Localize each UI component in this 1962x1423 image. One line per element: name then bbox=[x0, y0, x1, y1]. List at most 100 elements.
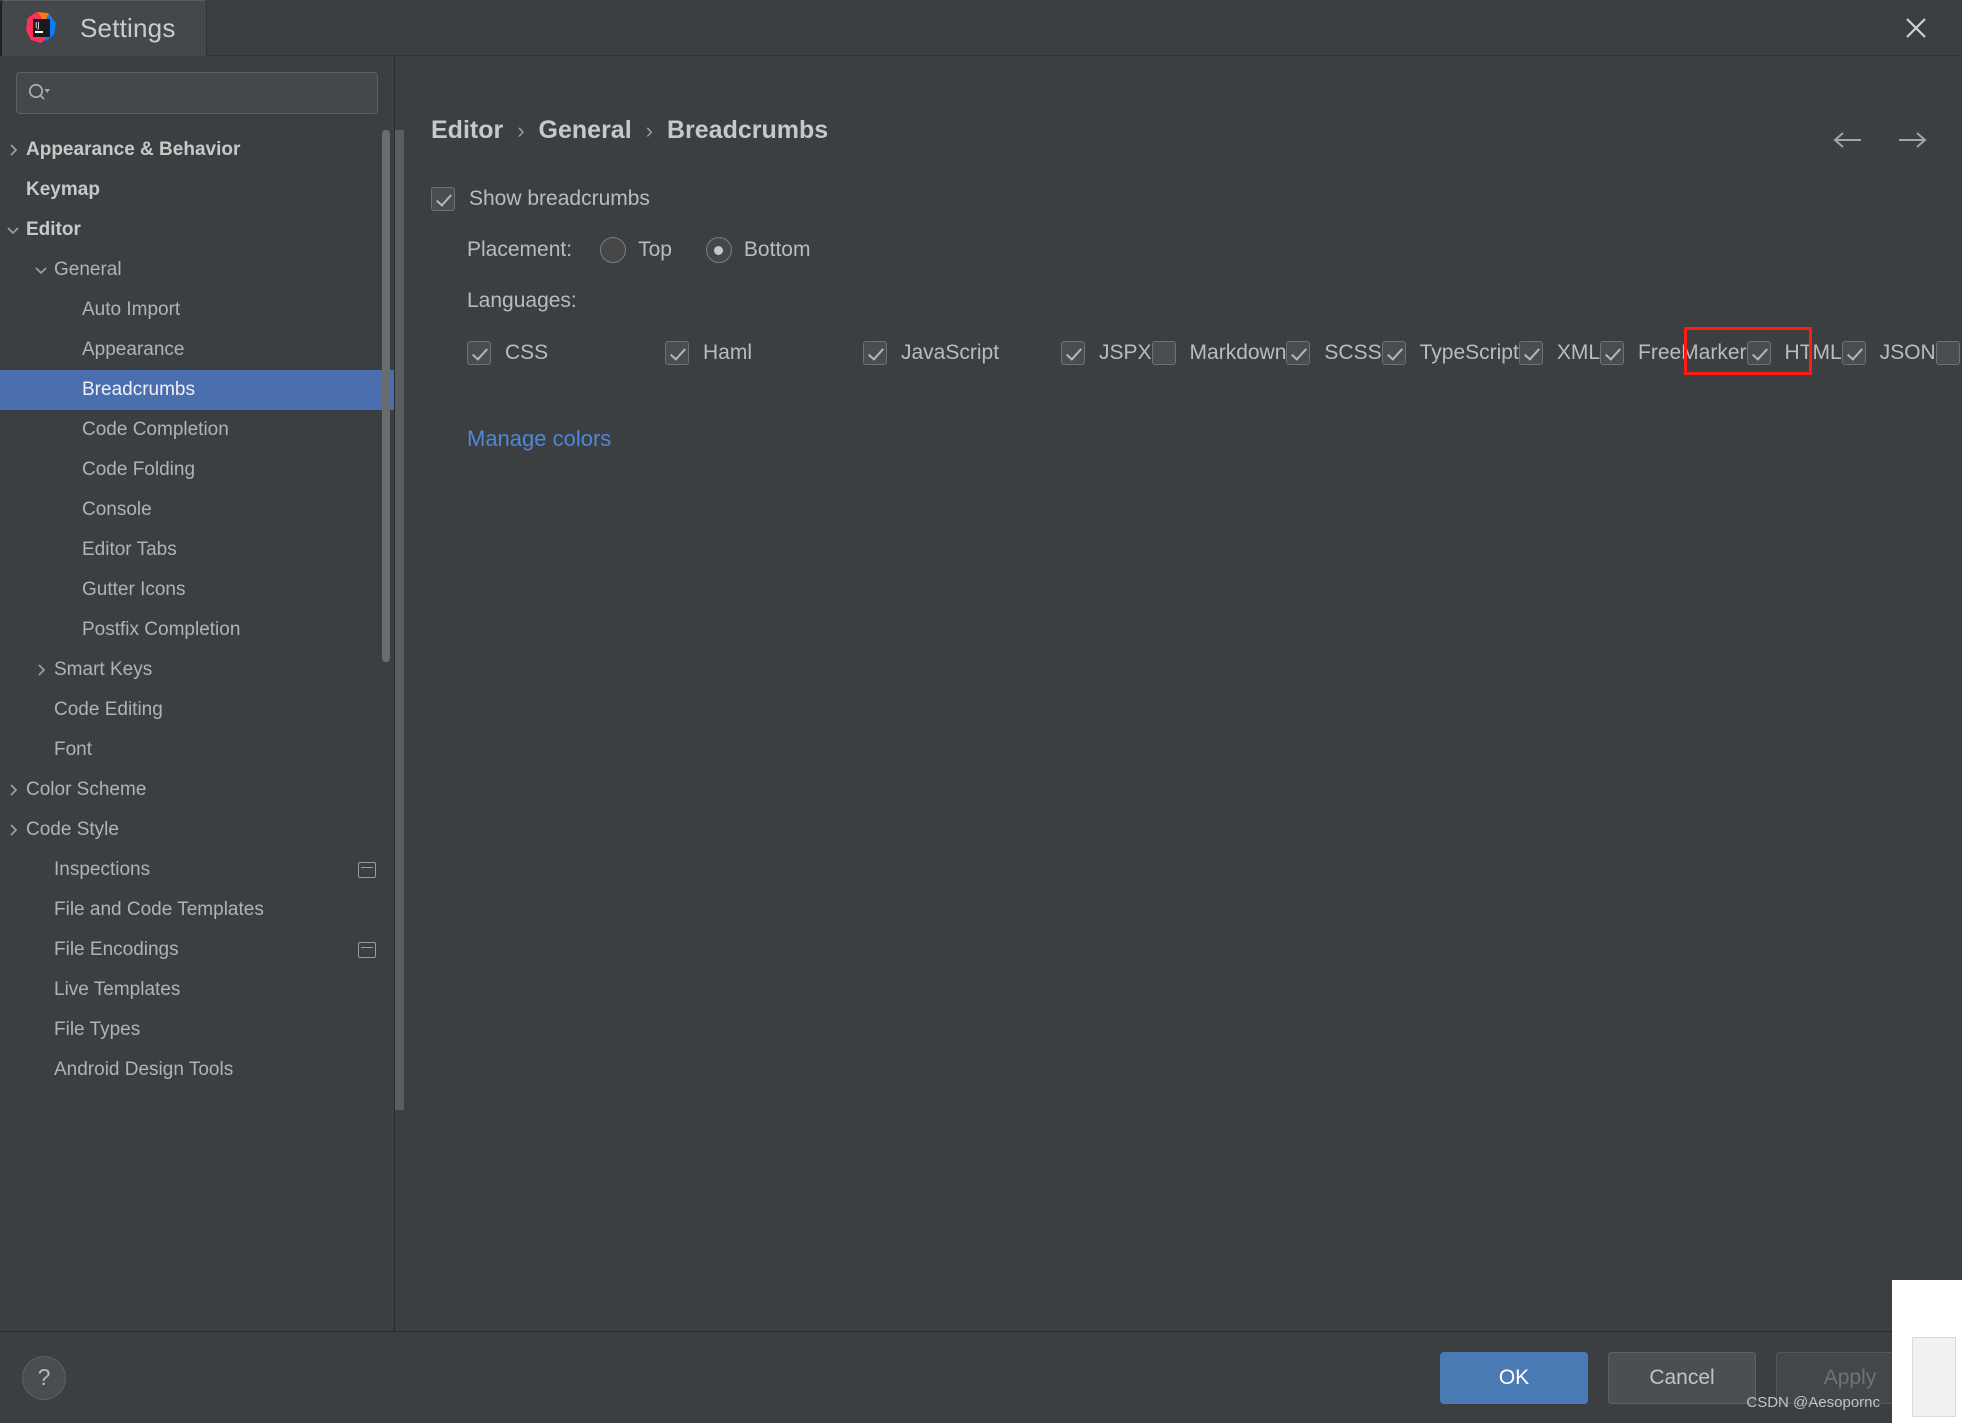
checkbox[interactable] bbox=[1286, 340, 1311, 365]
sidebar-item-code-folding[interactable]: Code Folding bbox=[0, 450, 394, 490]
sidebar-scrollbar[interactable] bbox=[382, 130, 390, 662]
checkbox[interactable] bbox=[1600, 340, 1624, 365]
language-label: TypeScript bbox=[1419, 340, 1519, 364]
language-checkbox-javascript[interactable]: JavaScript bbox=[863, 331, 1061, 374]
radio-top[interactable] bbox=[600, 237, 627, 263]
sidebar-item-auto-import[interactable]: Auto Import bbox=[0, 290, 394, 330]
search-box[interactable] bbox=[16, 72, 378, 114]
sidebar-item-label: Keymap bbox=[26, 179, 100, 200]
breadcrumb-separator: › bbox=[645, 117, 653, 143]
intellij-idea-logo-icon: IJ bbox=[24, 11, 58, 45]
show-breadcrumbs-row[interactable]: Show breadcrumbs bbox=[431, 187, 1962, 211]
language-checkbox-freemarker[interactable]: FreeMarker bbox=[1600, 331, 1747, 374]
arrow-right-icon[interactable] bbox=[1896, 128, 1928, 154]
checkbox[interactable] bbox=[1746, 340, 1771, 365]
sidebar-item-gutter-icons[interactable]: Gutter Icons bbox=[0, 570, 394, 610]
sidebar-item-label: Breadcrumbs bbox=[82, 379, 195, 400]
help-button[interactable]: ? bbox=[22, 1355, 66, 1400]
language-label: JSON bbox=[1879, 340, 1936, 364]
sidebar-item-live-templates[interactable]: Live Templates bbox=[0, 970, 394, 1010]
chevron-right-icon[interactable] bbox=[28, 662, 54, 678]
language-checkbox-xml[interactable]: XML bbox=[1518, 331, 1600, 374]
sidebar-item-smart-keys[interactable]: Smart Keys bbox=[0, 650, 394, 690]
checkbox[interactable] bbox=[467, 340, 491, 365]
chevron-right-icon[interactable] bbox=[0, 142, 26, 158]
sidebar-item-label: File Encodings bbox=[54, 939, 179, 960]
manage-colors-link[interactable]: Manage colors bbox=[467, 426, 611, 452]
breadcrumbs-settings-content: Show breadcrumbs Placement: Top Bottom L… bbox=[395, 145, 1962, 452]
sidebar-item-postfix-completion[interactable]: Postfix Completion bbox=[0, 610, 394, 650]
chevron-down-icon[interactable] bbox=[28, 262, 54, 278]
arrow-left-icon[interactable] bbox=[1832, 128, 1864, 154]
main-scrollbar[interactable] bbox=[395, 130, 404, 1110]
sidebar-item-font[interactable]: Font bbox=[0, 730, 394, 770]
language-label: HTML bbox=[1784, 340, 1842, 364]
language-checkbox-html[interactable]: HTML bbox=[1746, 331, 1842, 374]
sidebar-item-code-editing[interactable]: Code Editing bbox=[0, 690, 394, 730]
configurable-indicator-icon bbox=[358, 862, 376, 878]
sidebar-item-label: Editor bbox=[26, 219, 81, 240]
sidebar-item-label: Live Templates bbox=[54, 979, 181, 1000]
sidebar-item-file-encodings[interactable]: File Encodings bbox=[0, 930, 394, 970]
sidebar-item-file-and-code-templates[interactable]: File and Code Templates bbox=[0, 890, 394, 930]
sidebar-item-code-completion[interactable]: Code Completion bbox=[0, 410, 394, 450]
checkbox[interactable] bbox=[1061, 340, 1085, 365]
languages-grid: CSS Haml JavaScript JSPX Markdown SCSS TypeScr… bbox=[467, 327, 1962, 375]
language-checkbox-css[interactable]: CSS bbox=[467, 331, 665, 374]
radio-bottom[interactable] bbox=[705, 237, 732, 263]
sidebar-item-label: Code Style bbox=[26, 819, 119, 840]
sidebar-item-breadcrumbs[interactable]: Breadcrumbs bbox=[0, 370, 394, 410]
breadcrumb: Editor › General › Breadcrumbs bbox=[395, 56, 1962, 145]
chevron-down-icon[interactable] bbox=[0, 222, 26, 238]
sidebar-item-general[interactable]: General bbox=[0, 250, 394, 290]
sidebar-item-android-design-tools[interactable]: Android Design Tools bbox=[0, 1050, 394, 1090]
sidebar-item-keymap[interactable]: Keymap bbox=[0, 170, 394, 210]
breadcrumb-item[interactable]: Editor bbox=[431, 116, 503, 145]
ok-button[interactable]: OK bbox=[1440, 1351, 1588, 1404]
breadcrumb-item[interactable]: Breadcrumbs bbox=[667, 116, 828, 145]
language-checkbox-scss[interactable]: SCSS bbox=[1286, 331, 1382, 374]
sidebar-item-color-scheme[interactable]: Color Scheme bbox=[0, 770, 394, 810]
checkbox[interactable] bbox=[1935, 340, 1960, 365]
sidebar-item-appearance-behavior[interactable]: Appearance & Behavior bbox=[0, 130, 394, 170]
svg-text:IJ: IJ bbox=[35, 21, 40, 30]
sidebar-item-label: Postfix Completion bbox=[82, 619, 241, 640]
language-checkbox-json[interactable]: JSON bbox=[1841, 331, 1936, 374]
sidebar-item-label: Editor Tabs bbox=[82, 539, 177, 560]
show-breadcrumbs-checkbox[interactable] bbox=[431, 187, 455, 211]
placement-option-top[interactable]: Top bbox=[600, 237, 672, 263]
sidebar-item-editor[interactable]: Editor bbox=[0, 210, 394, 250]
language-checkbox-haml[interactable]: Haml bbox=[665, 331, 863, 374]
checkbox[interactable] bbox=[1381, 340, 1406, 365]
checkbox[interactable] bbox=[863, 340, 887, 365]
checkbox[interactable] bbox=[665, 340, 689, 365]
checkbox[interactable] bbox=[1841, 340, 1866, 365]
sidebar-item-editor-tabs[interactable]: Editor Tabs bbox=[0, 530, 394, 570]
sidebar-item-inspections[interactable]: Inspections bbox=[0, 850, 394, 890]
checkbox[interactable] bbox=[1151, 340, 1176, 365]
sidebar-item-label: Auto Import bbox=[82, 299, 181, 320]
sidebar-item-file-types[interactable]: File Types bbox=[0, 1010, 394, 1050]
sidebar-item-console[interactable]: Console bbox=[0, 490, 394, 530]
breadcrumb-item[interactable]: General bbox=[539, 116, 632, 145]
sidebar-item-label: Font bbox=[54, 739, 93, 760]
chevron-right-icon[interactable] bbox=[0, 782, 26, 798]
checkbox[interactable] bbox=[1518, 340, 1543, 365]
sidebar-item-code-style[interactable]: Code Style bbox=[0, 810, 394, 850]
breadcrumb-separator: › bbox=[517, 117, 525, 143]
placement-option-bottom[interactable]: Bottom bbox=[705, 237, 810, 263]
language-checkbox-markdown[interactable]: Markdown bbox=[1151, 331, 1286, 374]
close-icon[interactable] bbox=[1896, 8, 1936, 48]
placement-row: Placement: Top Bottom bbox=[467, 237, 1962, 263]
search-input[interactable] bbox=[51, 83, 367, 103]
chevron-right-icon[interactable] bbox=[0, 822, 26, 838]
overlay-strip-inner bbox=[1912, 1337, 1956, 1417]
title-bar: IJ Settings bbox=[0, 0, 1962, 56]
language-checkbox-jspx[interactable]: JSPX bbox=[1061, 331, 1152, 374]
cancel-button[interactable]: Cancel bbox=[1608, 1351, 1756, 1404]
sidebar-item-appearance[interactable]: Appearance bbox=[0, 330, 394, 370]
language-checkbox-kotlin[interactable]: Kotlin bbox=[1935, 331, 1962, 374]
dialog-footer: ? OK Cancel Apply bbox=[0, 1331, 1962, 1423]
overlay-strip bbox=[1892, 1280, 1962, 1423]
language-checkbox-typescript[interactable]: TypeScript bbox=[1381, 331, 1519, 374]
